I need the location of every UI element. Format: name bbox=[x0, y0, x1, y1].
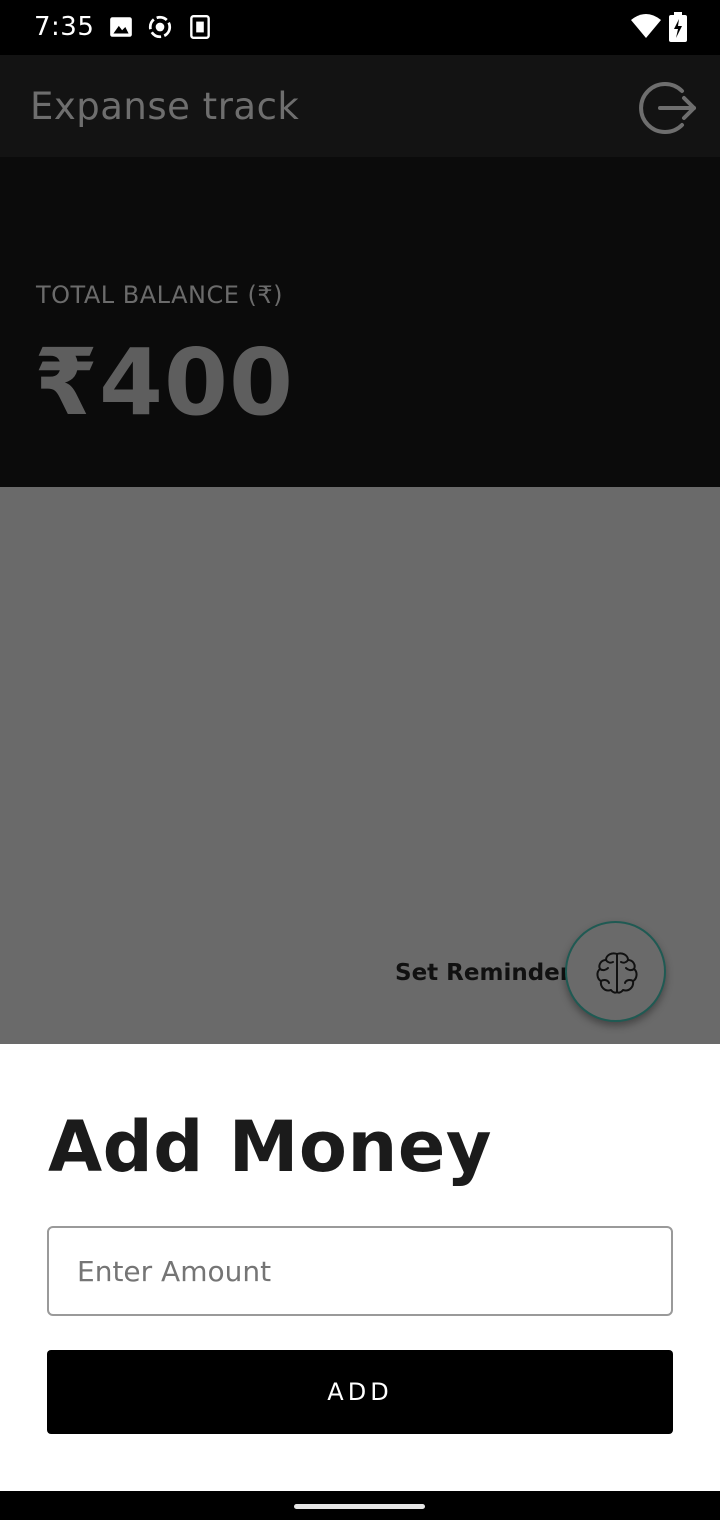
balance-card: TOTAL BALANCE (₹) ₹400 bbox=[0, 157, 720, 487]
image-icon bbox=[110, 17, 132, 37]
battery-charging-icon bbox=[669, 12, 687, 42]
home-gesture-handle[interactable] bbox=[294, 1504, 425, 1509]
app-title: Expanse track bbox=[30, 85, 300, 128]
app-bar: Expanse track bbox=[0, 55, 720, 157]
status-time: 7:35 bbox=[34, 12, 95, 42]
sheet-title: Add Money bbox=[48, 1106, 492, 1188]
status-bar: 7:35 bbox=[0, 0, 720, 55]
logout-icon[interactable] bbox=[636, 77, 698, 139]
wifi-icon bbox=[631, 14, 661, 38]
add-button[interactable]: ADD bbox=[47, 1350, 673, 1434]
balance-amount: ₹400 bbox=[34, 329, 295, 436]
brain-icon bbox=[596, 952, 638, 994]
set-reminder-label: Set Reminder bbox=[395, 960, 572, 986]
navigation-bar bbox=[0, 1491, 720, 1520]
balance-label: TOTAL BALANCE (₹) bbox=[36, 281, 283, 309]
amount-input[interactable] bbox=[47, 1226, 673, 1316]
screen-record-icon bbox=[148, 15, 172, 39]
screen: 7:35 Expanse track TOTAL BALANCE (₹) ₹40… bbox=[0, 0, 720, 1520]
set-reminder-button[interactable] bbox=[565, 921, 666, 1022]
add-money-sheet: Add Money ADD bbox=[0, 1044, 720, 1491]
sim-card-icon bbox=[190, 14, 210, 40]
content-scrim[interactable]: Set Reminder bbox=[0, 487, 720, 1044]
